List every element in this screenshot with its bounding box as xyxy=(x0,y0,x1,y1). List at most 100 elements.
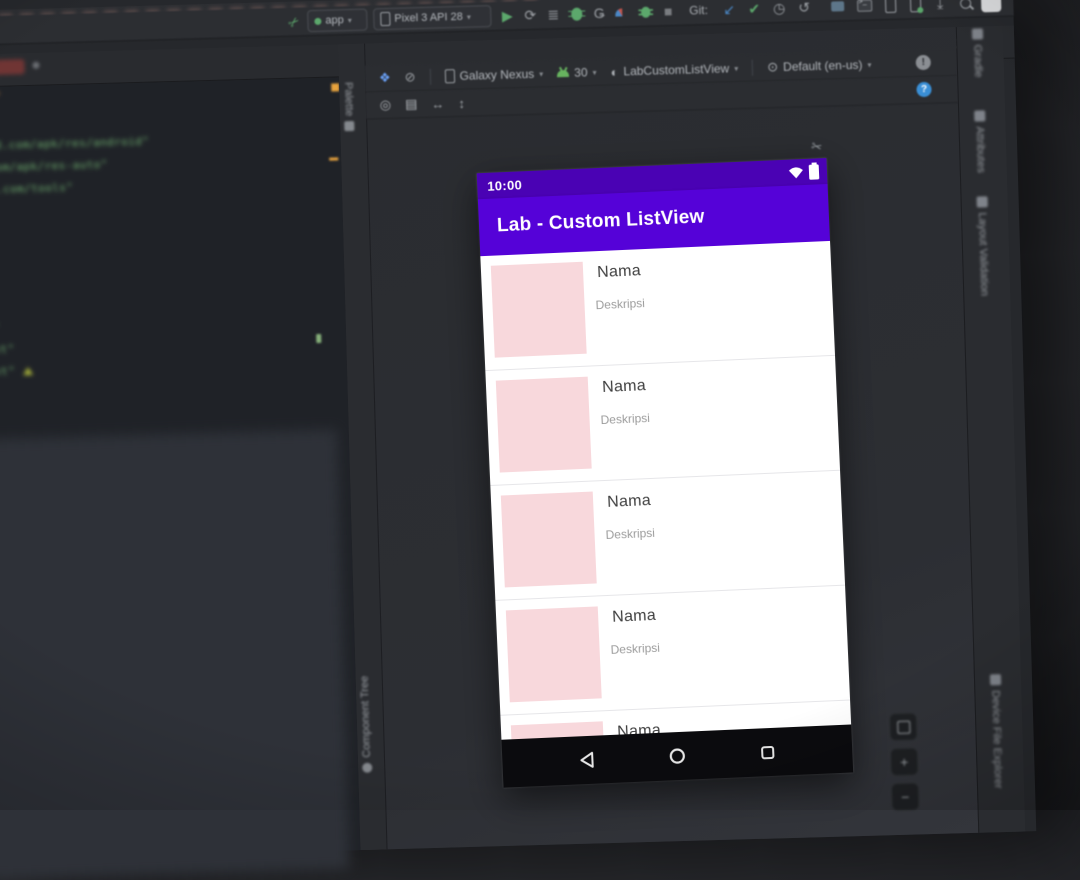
width-resize-handle[interactable]: ↔ xyxy=(431,96,444,111)
horizontal-arrow-icon: ↔ xyxy=(431,96,444,111)
chevron-down-icon: ▾ xyxy=(734,64,738,73)
code-line: ext" xyxy=(0,364,33,378)
running-devices-icon[interactable] xyxy=(905,0,926,15)
help-badge[interactable]: ? xyxy=(916,82,931,97)
home-button-icon[interactable] xyxy=(668,747,687,766)
zoom-in-button[interactable]: + xyxy=(890,747,919,776)
code-line: id.com/tools" xyxy=(0,181,73,197)
phone-preview[interactable]: 10:00 Lab - Custom ListView Nama Deskrip… xyxy=(477,158,853,788)
locale-dropdown[interactable]: ⊙ Default (en-us) ▾ xyxy=(767,56,872,75)
wrench-icon[interactable]: ✂ xyxy=(283,11,304,32)
device-file-explorer-tab[interactable]: Device File Explorer xyxy=(989,674,1004,789)
list-item[interactable]: Nama Deskripsi xyxy=(480,241,835,371)
error-badge[interactable]: ! xyxy=(916,55,931,70)
project-structure-icon[interactable] xyxy=(827,0,848,17)
apply-code-changes-button[interactable]: ≣ xyxy=(543,4,564,25)
layout-validation-tab[interactable]: Layout Validation xyxy=(976,196,991,296)
device-file-explorer-icon xyxy=(989,674,1000,685)
theme-label: LabCustomListView xyxy=(623,61,729,78)
back-button-icon[interactable] xyxy=(578,751,596,770)
run-configuration-dropdown[interactable]: app ▾ xyxy=(307,9,368,33)
profiler-button[interactable] xyxy=(612,2,633,23)
warning-stripe-marker[interactable] xyxy=(329,157,338,160)
list-item[interactable]: Nama Deskripsi xyxy=(495,586,850,716)
component-tree-tab[interactable]: Component Tree xyxy=(359,676,374,773)
git-commit-icon[interactable]: ✔ xyxy=(744,0,765,19)
minus-icon: − xyxy=(901,789,910,805)
layout-variants-button[interactable]: ▤ xyxy=(405,96,418,112)
item-name: Nama xyxy=(612,607,657,627)
design-surface-selector[interactable]: ❖ xyxy=(379,70,391,86)
item-description: Deskripsi xyxy=(595,296,645,312)
search-icon[interactable] xyxy=(955,0,976,13)
stop-button[interactable]: ■ xyxy=(658,1,679,22)
attach-debugger-button[interactable]: Ǥ xyxy=(589,3,610,24)
profile-low-overhead-button[interactable] xyxy=(635,1,656,22)
gradle-icon xyxy=(971,28,982,39)
empty-editor-panel xyxy=(0,430,349,880)
height-resize-handle[interactable]: ↕ xyxy=(458,95,465,110)
file-tab-blurred[interactable] xyxy=(0,59,25,75)
api-level-dropdown[interactable]: 30 ▾ xyxy=(557,65,597,80)
code-line: .com/apk/res-auto" xyxy=(0,158,108,175)
device-manager-icon[interactable] xyxy=(880,0,901,15)
item-image xyxy=(501,492,597,588)
item-image xyxy=(496,377,592,473)
globe-icon: ⊙ xyxy=(767,59,778,75)
attributes-icon xyxy=(974,110,985,121)
terminal-icon[interactable] xyxy=(854,0,875,16)
file-tab-close-icon[interactable] xyxy=(32,62,39,69)
view-options-button[interactable]: ◎ xyxy=(380,97,392,113)
layout-validation-icon xyxy=(976,196,987,207)
battery-icon xyxy=(809,164,820,179)
item-image xyxy=(491,262,587,358)
zoom-out-button[interactable]: − xyxy=(891,782,920,811)
sdk-manager-icon[interactable]: ⤓ xyxy=(930,0,951,14)
android-icon xyxy=(557,69,569,76)
eye-icon: ◎ xyxy=(380,97,392,113)
custom-list-view[interactable]: Nama Deskripsi Nama Deskripsi Nama Deskr… xyxy=(480,241,851,740)
orientation-button[interactable]: ⊘ xyxy=(404,69,415,85)
locale-label: Default (en-us) xyxy=(783,58,863,74)
palette-tab[interactable]: Palette xyxy=(342,82,355,132)
device-target-dropdown[interactable]: Pixel 3 API 28 ▾ xyxy=(373,5,492,30)
git-update-icon[interactable]: ↙ xyxy=(719,0,740,20)
layers-icon: ❖ xyxy=(379,70,391,86)
chevron-down-icon: ▾ xyxy=(348,15,352,24)
profile-avatar-icon[interactable] xyxy=(981,0,1002,12)
code-line: ext" xyxy=(0,343,15,357)
fit-icon xyxy=(897,720,910,733)
chevron-down-icon: ▾ xyxy=(867,60,871,69)
debug-button[interactable] xyxy=(566,3,587,24)
app-title: Lab - Custom ListView xyxy=(497,206,705,237)
zoom-to-fit-button[interactable] xyxy=(889,712,918,741)
list-item[interactable]: Nama Deskripsi xyxy=(485,356,840,486)
run-button[interactable]: ▶ xyxy=(497,5,518,26)
xml-code-editor[interactable]: s"> nid.com/apk/res/android" .com/apk/re… xyxy=(0,77,362,860)
design-canvas[interactable]: ✂ 10:00 Lab - Custom ListView Nama xyxy=(366,103,978,849)
warning-stripe-marker[interactable] xyxy=(331,83,339,91)
apply-changes-button[interactable]: ⟳ xyxy=(520,5,541,26)
no-transform-icon: ⊘ xyxy=(404,69,415,85)
chevron-down-icon: ▾ xyxy=(539,69,543,78)
attributes-tab[interactable]: Attributes xyxy=(973,110,987,173)
phone-icon xyxy=(444,69,454,83)
status-time: 10:00 xyxy=(487,177,522,194)
plus-icon: + xyxy=(900,754,909,770)
git-history-icon[interactable]: ◷ xyxy=(769,0,790,18)
device-selector-dropdown[interactable]: Galaxy Nexus ▾ xyxy=(444,67,543,84)
design-time-wrench-icon[interactable]: ✂ xyxy=(810,138,824,156)
git-rollback-icon[interactable]: ↺ xyxy=(794,0,815,18)
palette-icon xyxy=(344,121,354,131)
chevron-down-icon: ▾ xyxy=(592,68,596,77)
list-item[interactable]: Nama Deskripsi xyxy=(490,471,845,601)
gradle-tab[interactable]: Gradle xyxy=(971,28,984,77)
design-panel: Palette Component Tree ❖ ⊘ Galaxy Nexus … xyxy=(338,27,978,850)
git-label: Git: xyxy=(689,3,708,18)
chevron-down-icon: ▾ xyxy=(467,12,471,21)
item-description: Deskripsi xyxy=(605,526,655,542)
theme-dropdown[interactable]: ◐ LabCustomListView ▾ xyxy=(610,61,738,80)
item-name: Nama xyxy=(602,377,647,397)
device-icon xyxy=(380,12,390,26)
recents-button-icon[interactable] xyxy=(759,743,777,761)
